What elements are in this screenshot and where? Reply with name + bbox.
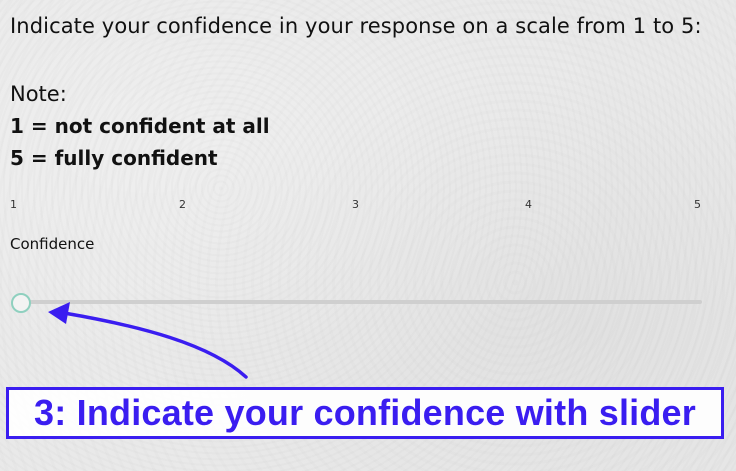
slider-tick-4: 4 — [525, 198, 532, 211]
confidence-slider-track[interactable] — [20, 300, 702, 304]
confidence-slider-label: Confidence — [10, 235, 95, 253]
slider-tick-5: 5 — [694, 198, 701, 211]
slider-tick-3: 3 — [352, 198, 359, 211]
slider-tick-labels: 1 2 3 4 5 — [10, 198, 702, 214]
confidence-slider-handle[interactable] — [11, 293, 31, 313]
annotation-banner: 3: Indicate your confidence with slider — [6, 387, 724, 439]
annotation-banner-text: 3: Indicate your confidence with slider — [34, 392, 696, 433]
annotation-arrow-line — [62, 311, 248, 379]
slider-tick-2: 2 — [179, 198, 186, 211]
note-line-5: 5 = fully confident — [10, 146, 218, 170]
annotation-arrow-head — [48, 302, 70, 324]
slider-tick-1: 1 — [10, 198, 17, 211]
note-label: Note: — [10, 82, 67, 106]
question-text: Indicate your confidence in your respons… — [10, 14, 702, 38]
note-line-1: 1 = not confident at all — [10, 114, 270, 138]
